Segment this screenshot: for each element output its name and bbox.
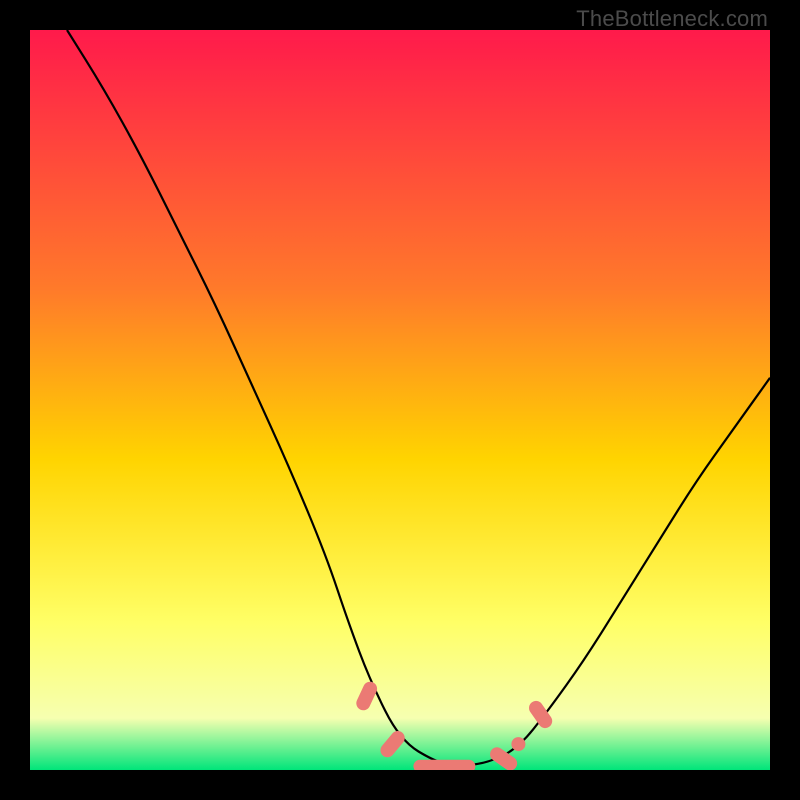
curve-marker	[526, 698, 555, 731]
bottleneck-curve	[67, 30, 770, 765]
watermark-text: TheBottleneck.com	[576, 6, 768, 32]
curve-layer	[30, 30, 770, 770]
curve-marker	[413, 760, 475, 770]
curve-marker	[511, 737, 525, 751]
chart-frame: TheBottleneck.com	[0, 0, 800, 800]
curve-marker	[378, 728, 408, 760]
marker-group	[354, 679, 555, 770]
plot-area	[30, 30, 770, 770]
curve-marker	[354, 679, 379, 712]
